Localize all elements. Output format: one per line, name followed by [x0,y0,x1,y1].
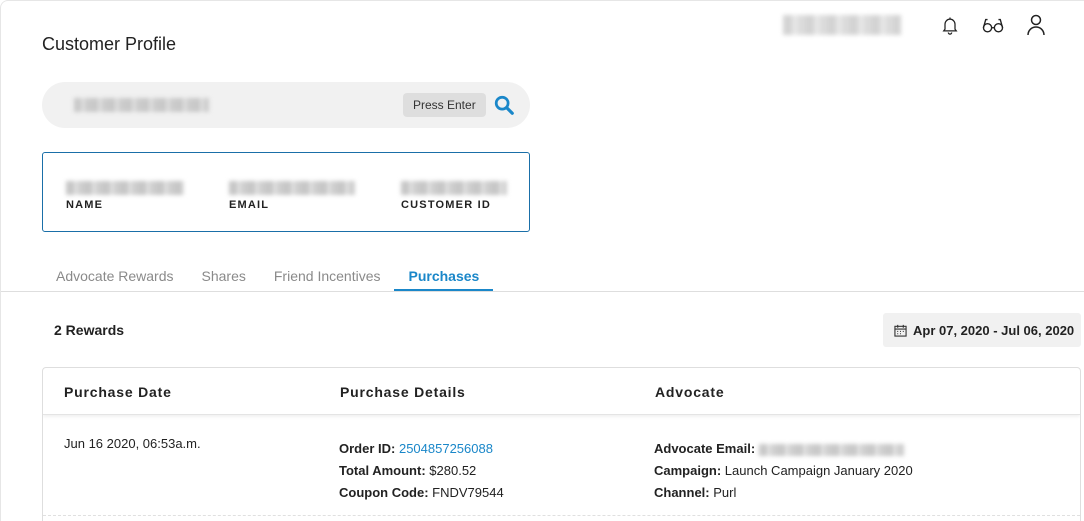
customer-id-value-redacted [401,181,507,195]
name-value-redacted [66,181,184,195]
profile-email-field: EMAIL [229,181,355,211]
channel-label: Channel: [654,485,710,500]
bell-icon [942,17,958,35]
email-label: EMAIL [229,199,270,211]
email-value-redacted [229,181,355,195]
total-amount-value: $280.52 [429,463,477,478]
purchases-table: Purchase Date Purchase Details Advocate … [42,367,1081,521]
calendar-icon [894,324,907,337]
coupon-code-line: Coupon Code: FNDV79544 [339,482,504,504]
page-title: Customer Profile [42,34,177,54]
header-purchase-date: Purchase Date [64,384,172,400]
user-icon [1027,14,1045,36]
channel-line: Channel: Purl [654,482,913,504]
purchase-details-cell: Order ID: 2504857256088 Total Amount: $2… [339,438,504,504]
advocate-email-line: Advocate Email: [654,438,913,460]
header-purchase-details: Purchase Details [340,384,466,400]
order-id-link[interactable]: 2504857256088 [399,441,493,456]
advocate-cell: Advocate Email: Campaign: Launch Campaig… [654,438,913,504]
notifications-button[interactable] [938,13,962,37]
table-header: Purchase Date Purchase Details Advocate [43,368,1080,415]
profile-name-field: NAME [66,181,184,211]
total-amount-line: Total Amount: $280.52 [339,460,504,482]
campaign-line: Campaign: Launch Campaign January 2020 [654,460,913,482]
table-row: Jun 16 2020, 06:53a.m. Order ID: 2504857… [43,416,1080,516]
search-input[interactable] [72,95,412,115]
tabs-divider [1,291,1084,292]
search-icon [494,95,514,115]
user-name-redacted [783,15,901,35]
order-id-line: Order ID: 2504857256088 [339,438,504,460]
coupon-code-value: FNDV79544 [432,485,504,500]
customer-search-bar: Press Enter [42,82,530,128]
campaign-value: Launch Campaign January 2020 [724,463,913,478]
glasses-icon [982,18,1004,33]
customer-id-label: CUSTOMER ID [401,199,492,211]
tab-advocate-rewards[interactable]: Advocate Rewards [42,263,188,291]
customer-profile-card: NAME EMAIL CUSTOMER ID [42,152,530,232]
order-id-label: Order ID: [339,441,396,456]
profile-tabs: Advocate Rewards Shares Friend Incentive… [42,263,494,291]
glasses-button[interactable] [981,13,1005,37]
tab-friend-incentives[interactable]: Friend Incentives [260,263,395,291]
total-amount-label: Total Amount: [339,463,426,478]
search-button[interactable] [493,94,515,116]
press-enter-hint: Press Enter [403,93,486,117]
rewards-count: 2 Rewards [54,322,125,338]
channel-value: Purl [713,485,737,500]
date-range-picker[interactable]: Apr 07, 2020 - Jul 06, 2020 [883,313,1081,347]
advocate-email-label: Advocate Email: [654,441,756,456]
campaign-label: Campaign: [654,463,722,478]
tab-purchases[interactable]: Purchases [394,263,494,291]
name-label: NAME [66,199,104,211]
tab-shares[interactable]: Shares [188,263,260,291]
purchase-date-cell: Jun 16 2020, 06:53a.m. [64,436,201,451]
profile-customer-id-field: CUSTOMER ID [401,181,507,211]
profile-button[interactable] [1024,13,1048,37]
advocate-email-redacted [758,443,904,456]
coupon-code-label: Coupon Code: [339,485,429,500]
app-frame: Customer Profile Press Enter NAME EMAIL … [0,0,1084,521]
top-bar [783,13,1048,37]
header-advocate: Advocate [655,384,725,400]
date-range-label: Apr 07, 2020 - Jul 06, 2020 [913,322,1075,338]
